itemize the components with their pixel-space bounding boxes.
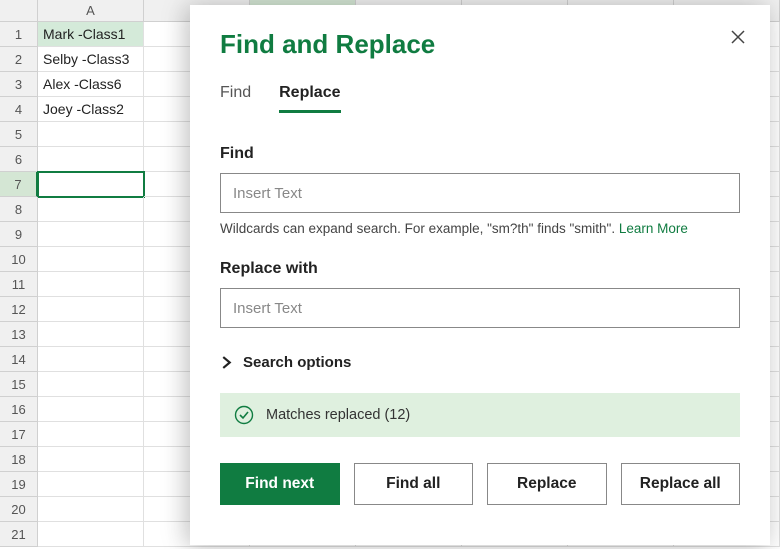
cell[interactable] xyxy=(38,522,144,547)
cell[interactable] xyxy=(38,197,144,222)
find-replace-dialog: Find and Replace Find Replace Find Wildc… xyxy=(190,5,770,545)
learn-more-link[interactable]: Learn More xyxy=(619,221,688,236)
row-header[interactable]: 10 xyxy=(0,247,38,272)
cell[interactable] xyxy=(38,347,144,372)
row-header[interactable]: 7 xyxy=(0,172,38,197)
row-header[interactable]: 14 xyxy=(0,347,38,372)
cell[interactable] xyxy=(38,122,144,147)
search-options-label: Search options xyxy=(243,354,351,371)
status-text: Matches replaced (12) xyxy=(266,407,410,423)
select-all-corner[interactable] xyxy=(0,0,38,22)
cell[interactable] xyxy=(38,422,144,447)
row-header[interactable]: 20 xyxy=(0,497,38,522)
cell[interactable] xyxy=(38,472,144,497)
tab-replace[interactable]: Replace xyxy=(279,84,340,113)
tabs: Find Replace xyxy=(220,84,740,113)
hint-text: Wildcards can expand search. For example… xyxy=(220,221,619,236)
cell[interactable] xyxy=(38,272,144,297)
row-header[interactable]: 6 xyxy=(0,147,38,172)
row-header[interactable]: 3 xyxy=(0,72,38,97)
cell[interactable] xyxy=(38,447,144,472)
row-header[interactable]: 9 xyxy=(0,222,38,247)
cell[interactable] xyxy=(38,397,144,422)
row-header[interactable]: 5 xyxy=(0,122,38,147)
column-header-A[interactable]: A xyxy=(38,0,144,22)
row-header[interactable]: 16 xyxy=(0,397,38,422)
row-header[interactable]: 4 xyxy=(0,97,38,122)
button-row: Find next Find all Replace Replace all xyxy=(220,463,740,505)
find-label: Find xyxy=(220,145,740,163)
chevron-right-icon xyxy=(220,356,233,369)
checkmark-circle-icon xyxy=(234,405,254,425)
replace-all-button[interactable]: Replace all xyxy=(621,463,741,505)
wildcard-hint: Wildcards can expand search. For example… xyxy=(220,221,740,236)
cell[interactable] xyxy=(38,497,144,522)
find-input[interactable] xyxy=(220,173,740,213)
close-icon xyxy=(731,30,745,44)
cell[interactable] xyxy=(38,172,144,197)
find-next-button[interactable]: Find next xyxy=(220,463,340,505)
cell[interactable] xyxy=(38,322,144,347)
replace-button[interactable]: Replace xyxy=(487,463,607,505)
cell[interactable] xyxy=(38,222,144,247)
cell[interactable] xyxy=(38,247,144,272)
row-header[interactable]: 21 xyxy=(0,522,38,547)
row-header[interactable]: 19 xyxy=(0,472,38,497)
cell[interactable] xyxy=(38,372,144,397)
cell[interactable]: Selby -Class3 xyxy=(38,47,144,72)
dialog-title: Find and Replace xyxy=(220,29,740,60)
row-header[interactable]: 12 xyxy=(0,297,38,322)
replace-label: Replace with xyxy=(220,260,740,278)
find-all-button[interactable]: Find all xyxy=(354,463,474,505)
row-header[interactable]: 17 xyxy=(0,422,38,447)
row-header[interactable]: 18 xyxy=(0,447,38,472)
cell[interactable]: Mark -Class1 xyxy=(38,22,144,47)
row-header[interactable]: 11 xyxy=(0,272,38,297)
row-header[interactable]: 15 xyxy=(0,372,38,397)
cell[interactable] xyxy=(38,297,144,322)
row-header[interactable]: 8 xyxy=(0,197,38,222)
status-banner: Matches replaced (12) xyxy=(220,393,740,437)
row-header[interactable]: 13 xyxy=(0,322,38,347)
cell[interactable]: Joey -Class2 xyxy=(38,97,144,122)
cell[interactable] xyxy=(38,147,144,172)
tab-find[interactable]: Find xyxy=(220,84,251,113)
close-button[interactable] xyxy=(724,23,752,51)
row-header[interactable]: 2 xyxy=(0,47,38,72)
replace-input[interactable] xyxy=(220,288,740,328)
row-header[interactable]: 1 xyxy=(0,22,38,47)
cell[interactable]: Alex -Class6 xyxy=(38,72,144,97)
search-options-toggle[interactable]: Search options xyxy=(220,354,740,371)
